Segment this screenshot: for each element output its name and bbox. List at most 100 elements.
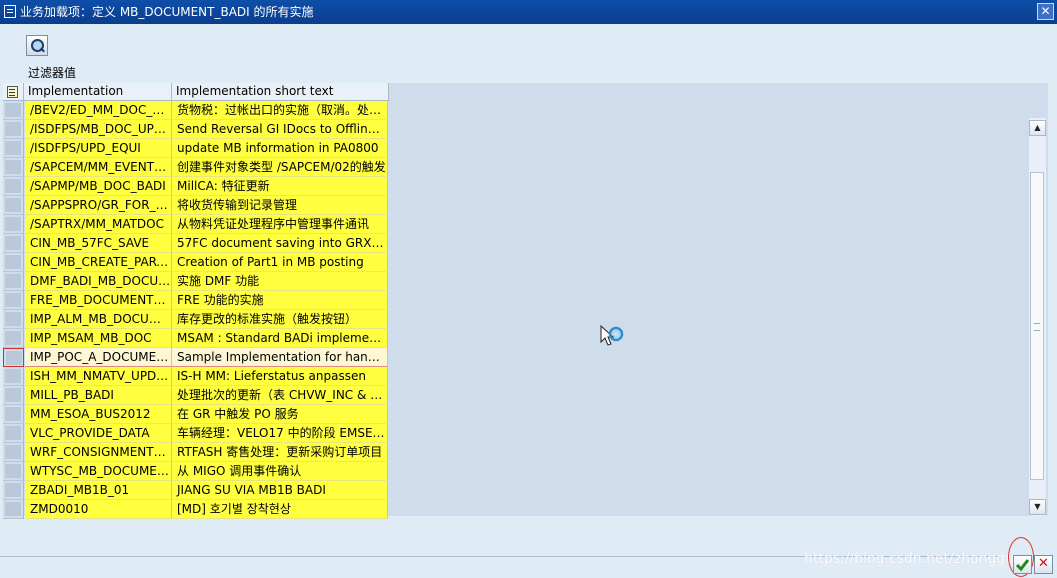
table-row[interactable]: /SAPCEM/MM_EVENT_… 创建事件对象类型 /SAPCEM/02的触发 xyxy=(3,158,393,177)
scroll-down-button[interactable]: ▼ xyxy=(1029,499,1046,515)
short-text-cell[interactable]: 57FC document saving into GRXSUB xyxy=(172,234,388,253)
table-row[interactable]: FRE_MB_DOCUMENT_B… FRE 功能的实施 xyxy=(3,291,393,310)
implementation-cell[interactable]: IMP_POC_A_DOCUMENT xyxy=(25,348,172,367)
row-selector[interactable] xyxy=(3,120,24,139)
row-selector[interactable] xyxy=(3,272,24,291)
row-selector[interactable] xyxy=(3,500,24,519)
row-selector[interactable] xyxy=(3,158,24,177)
short-text-cell[interactable]: JIANG SU VIA MB1B BADI xyxy=(172,481,388,500)
table-row[interactable]: WRF_CONSIGNMENT_MB RTFASH 寄售处理：更新采购订单项目 xyxy=(3,443,393,462)
short-text-cell[interactable]: 将收货传输到记录管理 xyxy=(172,196,388,215)
row-selector[interactable] xyxy=(3,291,24,310)
table-row[interactable]: MM_ESOA_BUS2012 在 GR 中触发 PO 服务 xyxy=(3,405,393,424)
short-text-cell[interactable]: 实施 DMF 功能 xyxy=(172,272,388,291)
implementation-cell[interactable]: ZBADI_MB1B_01 xyxy=(25,481,172,500)
column-header-implementation[interactable]: Implementation xyxy=(24,83,172,101)
row-selector[interactable] xyxy=(3,348,24,367)
row-selector[interactable] xyxy=(3,177,24,196)
table-row[interactable]: ISH_MM_NMATV_UPDA… IS-H MM: Lieferstatus … xyxy=(3,367,393,386)
confirm-button[interactable] xyxy=(1013,555,1032,574)
implementation-cell[interactable]: /ISDFPS/UPD_EQUI xyxy=(25,139,172,158)
column-header-short-text[interactable]: Implementation short text xyxy=(172,83,389,101)
row-selector[interactable] xyxy=(3,139,24,158)
short-text-cell[interactable]: [MD] 호기별 장착현상 xyxy=(172,500,388,519)
row-selector[interactable] xyxy=(3,386,24,405)
row-selector[interactable] xyxy=(3,462,24,481)
row-selector[interactable] xyxy=(3,424,24,443)
short-text-cell[interactable]: Sample Implementation for handling … xyxy=(172,348,388,367)
short-text-cell[interactable]: FRE 功能的实施 xyxy=(172,291,388,310)
implementation-cell[interactable]: /BEV2/ED_MM_DOC_U… xyxy=(25,101,172,120)
select-all-button[interactable] xyxy=(3,83,24,101)
implementation-cell[interactable]: MILL_PB_BADI xyxy=(25,386,172,405)
table-row[interactable]: /ISDFPS/MB_DOC_UPD… Send Reversal GI IDoc… xyxy=(3,120,393,139)
short-text-cell[interactable]: MSAM : Standard BADi implementati… xyxy=(172,329,388,348)
table-row[interactable]: IMP_ALM_MB_DOCUME… 库存更改的标准实施（触发按钮） xyxy=(3,310,393,329)
implementation-cell[interactable]: ZMD0010 xyxy=(25,500,172,519)
find-button[interactable] xyxy=(26,35,48,56)
short-text-cell[interactable]: 创建事件对象类型 /SAPCEM/02的触发 xyxy=(172,158,388,177)
short-text-cell[interactable]: Creation of Part1 in MB posting xyxy=(172,253,388,272)
implementation-cell[interactable]: /SAPCEM/MM_EVENT_… xyxy=(25,158,172,177)
table-row[interactable]: /BEV2/ED_MM_DOC_U… 货物税：过帐出口的实施（取消。处理） xyxy=(3,101,393,120)
cancel-button[interactable]: ✕ xyxy=(1034,555,1053,574)
short-text-cell[interactable]: 车辆经理：VELO17 中的阶段 EMSEG … xyxy=(172,424,388,443)
short-text-cell[interactable]: 从 MIGO 调用事件确认 xyxy=(172,462,388,481)
table-row[interactable]: MILL_PB_BADI 处理批次的更新（表 CHVW_INC & M… xyxy=(3,386,393,405)
implementation-cell[interactable]: /SAPPSPRO/GR_FOR_RM xyxy=(25,196,172,215)
short-text-cell[interactable]: 货物税：过帐出口的实施（取消。处理） xyxy=(172,101,388,120)
implementation-cell[interactable]: /ISDFPS/MB_DOC_UPD… xyxy=(25,120,172,139)
row-selector[interactable] xyxy=(3,310,24,329)
short-text-cell[interactable]: update MB information in PA0800 xyxy=(172,139,388,158)
implementation-cell[interactable]: /SAPTRX/MM_MATDOC xyxy=(25,215,172,234)
table-row[interactable]: ZMD0010 [MD] 호기별 장착현상 xyxy=(3,500,393,519)
row-selector[interactable] xyxy=(3,367,24,386)
table-row[interactable]: /SAPPSPRO/GR_FOR_RM 将收货传输到记录管理 xyxy=(3,196,393,215)
short-text-cell[interactable]: IS-H MM: Lieferstatus anpassen xyxy=(172,367,388,386)
table-row[interactable]: IMP_POC_A_DOCUMENT Sample Implementation … xyxy=(3,348,393,367)
table-row[interactable]: CIN_MB_57FC_SAVE 57FC document saving int… xyxy=(3,234,393,253)
implementation-cell[interactable]: IMP_MSAM_MB_DOC xyxy=(25,329,172,348)
vertical-scrollbar[interactable]: ▲ ▼ xyxy=(1029,118,1046,516)
row-selector[interactable] xyxy=(3,481,24,500)
row-selector[interactable] xyxy=(3,405,24,424)
short-text-cell[interactable]: MillCA: 特征更新 xyxy=(172,177,388,196)
row-selector[interactable] xyxy=(3,215,24,234)
table-row[interactable]: VLC_PROVIDE_DATA 车辆经理：VELO17 中的阶段 EMSEG … xyxy=(3,424,393,443)
table-row[interactable]: /ISDFPS/UPD_EQUI update MB information in… xyxy=(3,139,393,158)
table-row[interactable]: IMP_MSAM_MB_DOC MSAM : Standard BADi impl… xyxy=(3,329,393,348)
row-selector[interactable] xyxy=(3,196,24,215)
table-row[interactable]: CIN_MB_CREATE_PART1 Creation of Part1 in … xyxy=(3,253,393,272)
implementation-cell[interactable]: DMF_BADI_MB_DOCUM… xyxy=(25,272,172,291)
implementation-cell[interactable]: CIN_MB_CREATE_PART1 xyxy=(25,253,172,272)
table-row[interactable]: /SAPTRX/MM_MATDOC 从物料凭证处理程序中管理事件通讯 xyxy=(3,215,393,234)
short-text-cell[interactable]: 库存更改的标准实施（触发按钮） xyxy=(172,310,388,329)
table-row[interactable]: /SAPMP/MB_DOC_BADI MillCA: 特征更新 xyxy=(3,177,393,196)
window-menu-icon[interactable] xyxy=(4,5,16,18)
scroll-thumb[interactable] xyxy=(1030,172,1044,480)
implementation-cell[interactable]: /SAPMP/MB_DOC_BADI xyxy=(25,177,172,196)
row-selector[interactable] xyxy=(3,329,24,348)
implementation-cell[interactable]: FRE_MB_DOCUMENT_B… xyxy=(25,291,172,310)
short-text-cell[interactable]: RTFASH 寄售处理：更新采购订单项目 xyxy=(172,443,388,462)
row-selector[interactable] xyxy=(3,234,24,253)
implementation-cell[interactable]: MM_ESOA_BUS2012 xyxy=(25,405,172,424)
close-window-button[interactable]: ✕ xyxy=(1037,3,1054,20)
short-text-cell[interactable]: Send Reversal GI IDocs to Offline Sy… xyxy=(172,120,388,139)
implementation-cell[interactable]: WRF_CONSIGNMENT_MB xyxy=(25,443,172,462)
table-row[interactable]: WTYSC_MB_DOCUMENT 从 MIGO 调用事件确认 xyxy=(3,462,393,481)
implementation-cell[interactable]: ISH_MM_NMATV_UPDA… xyxy=(25,367,172,386)
row-selector[interactable] xyxy=(3,253,24,272)
implementation-cell[interactable]: IMP_ALM_MB_DOCUME… xyxy=(25,310,172,329)
table-row[interactable]: ZBADI_MB1B_01 JIANG SU VIA MB1B BADI xyxy=(3,481,393,500)
short-text-cell[interactable]: 在 GR 中触发 PO 服务 xyxy=(172,405,388,424)
implementation-cell[interactable]: VLC_PROVIDE_DATA xyxy=(25,424,172,443)
short-text-cell[interactable]: 从物料凭证处理程序中管理事件通讯 xyxy=(172,215,388,234)
row-selector[interactable] xyxy=(3,443,24,462)
implementation-cell[interactable]: CIN_MB_57FC_SAVE xyxy=(25,234,172,253)
short-text-cell[interactable]: 处理批次的更新（表 CHVW_INC & M… xyxy=(172,386,388,405)
implementation-cell[interactable]: WTYSC_MB_DOCUMENT xyxy=(25,462,172,481)
table-row[interactable]: DMF_BADI_MB_DOCUM… 实施 DMF 功能 xyxy=(3,272,393,291)
scroll-up-button[interactable]: ▲ xyxy=(1029,120,1046,136)
row-selector[interactable] xyxy=(3,101,24,120)
